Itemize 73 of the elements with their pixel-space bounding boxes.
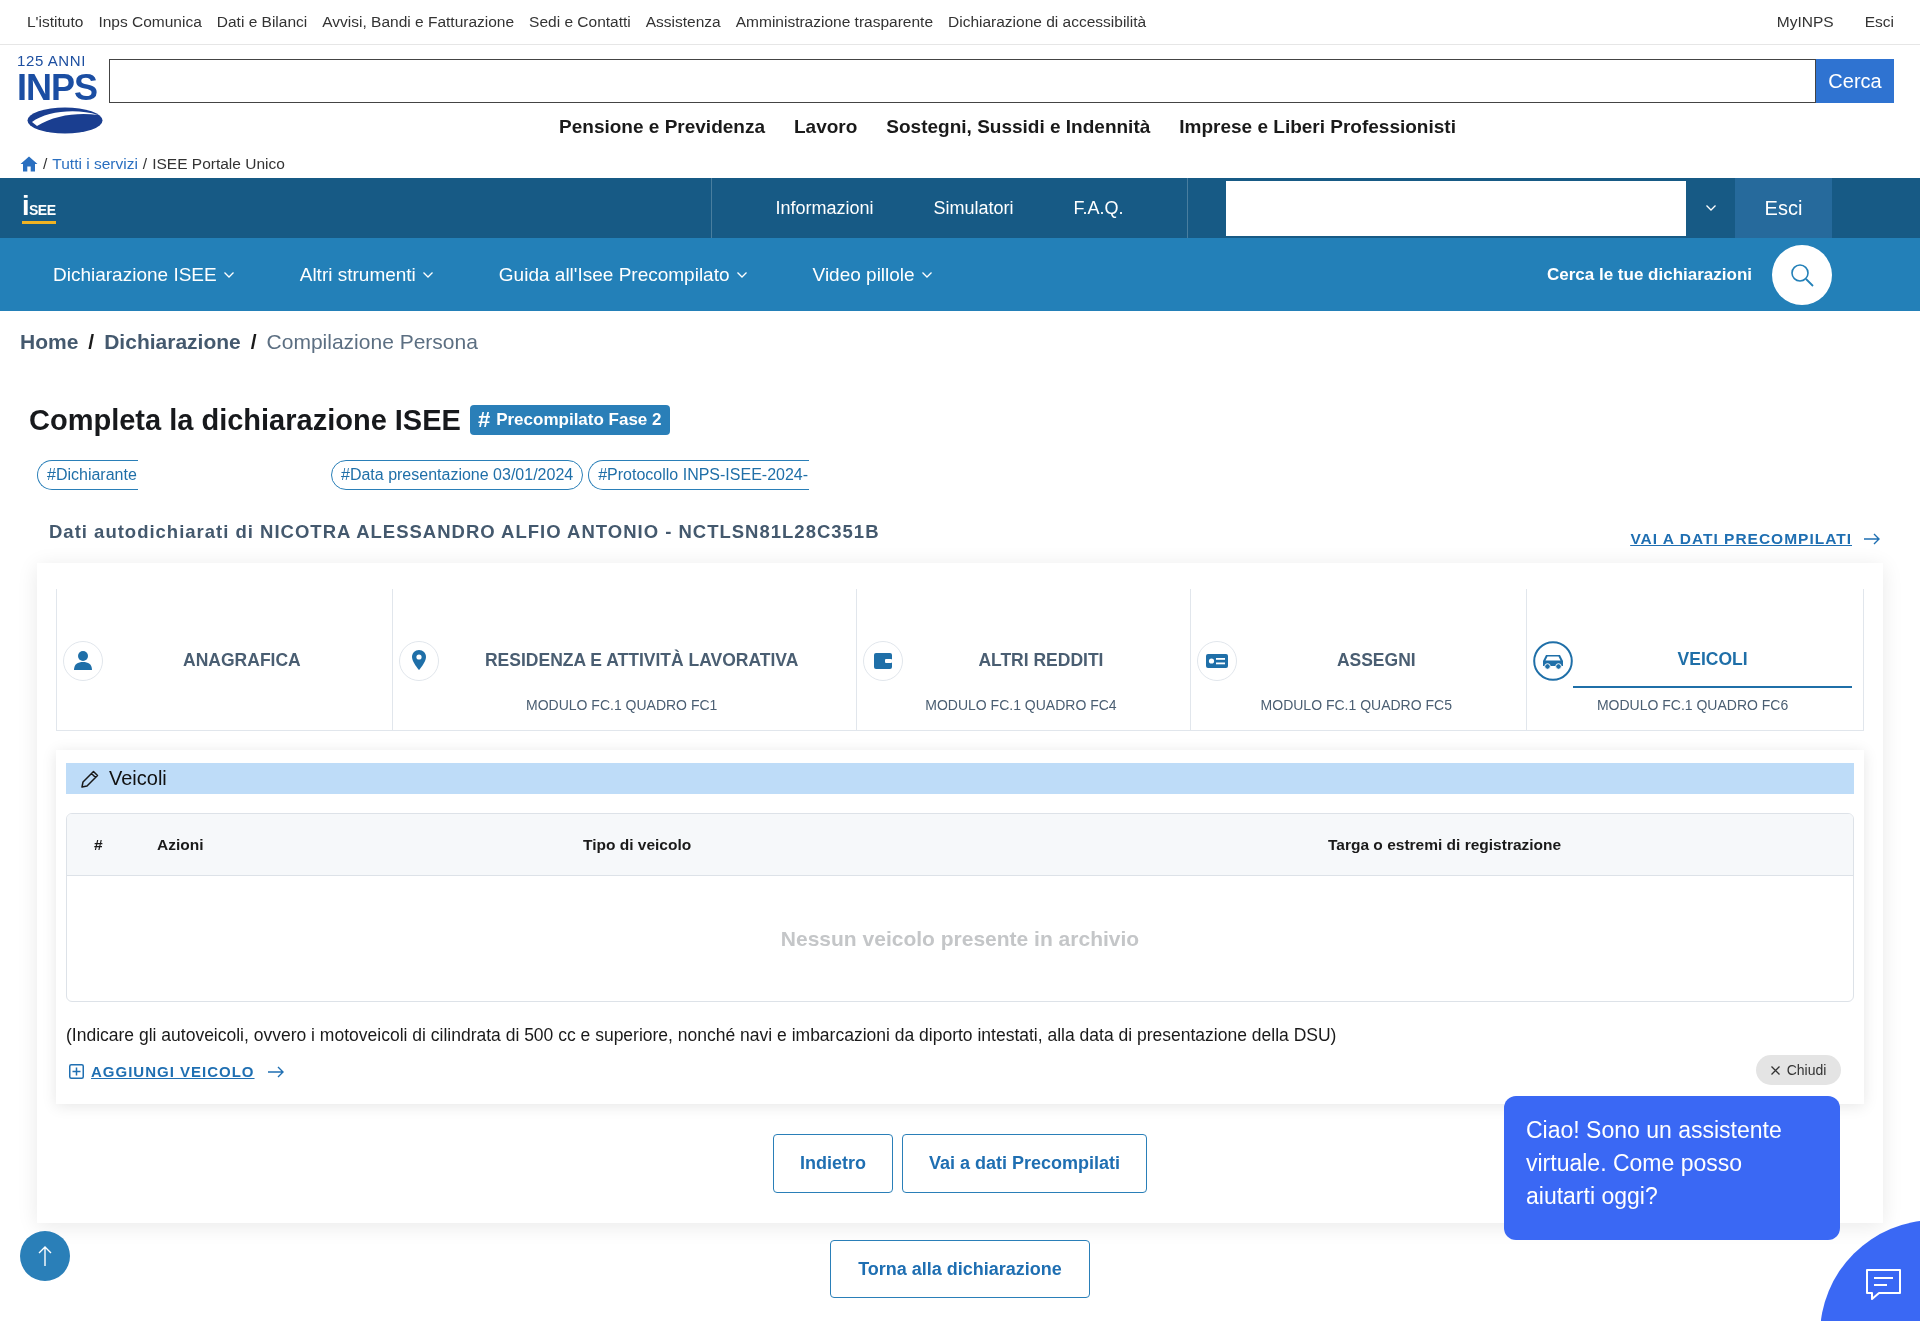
search-label: Cerca le tue dichiarazioni — [1547, 264, 1752, 285]
column-header: Tipo di veicolo — [583, 835, 692, 854]
logout-button[interactable]: Esci — [1735, 178, 1832, 238]
breadcrumb-separator: / — [142, 155, 148, 173]
isee-nav-link[interactable]: F.A.Q. — [1073, 197, 1124, 219]
search-field[interactable] — [109, 59, 1816, 103]
account-link[interactable]: MyINPS — [1776, 13, 1834, 31]
column-header: Targa o estremi di registrazione — [1328, 835, 1562, 854]
top-link[interactable]: Assistenza — [645, 13, 721, 31]
main-nav-link[interactable]: Sostegni, Sussidi e Indennità — [886, 115, 1151, 138]
menu-button[interactable]: Altri strumenti — [266, 254, 466, 295]
isee-nav-link[interactable]: Informazioni — [775, 197, 874, 219]
wallet-icon — [862, 640, 903, 681]
main-nav-link[interactable]: Lavoro — [794, 115, 858, 138]
add-vehicle-link[interactable]: AGGIUNGI VEICOLO — [69, 1063, 284, 1080]
top-link[interactable]: Inps Comunica — [98, 13, 202, 31]
chat-icon — [1866, 1269, 1901, 1300]
isee-logo[interactable]: iSEE — [22, 192, 56, 224]
map-pin-icon — [398, 640, 439, 681]
logo-emblem-icon — [27, 107, 103, 134]
search-button[interactable]: Cerca — [1816, 59, 1894, 103]
menu-button[interactable]: Video pillole — [779, 254, 965, 295]
breadcrumb-link[interactable]: Tutti i servizi — [52, 155, 138, 173]
precompiled-data-button[interactable]: Vai a dati Precompilati — [901, 1134, 1148, 1193]
breadcrumb-separator: / — [43, 155, 48, 173]
breadcrumb-separator: / — [250, 330, 257, 354]
menu-button[interactable]: Dichiarazione ISEE — [20, 254, 267, 295]
breadcrumb-link[interactable]: Dichiarazione — [104, 330, 241, 354]
section-title: Veicoli — [109, 767, 167, 790]
top-link[interactable]: Dati e Bilanci — [216, 13, 308, 31]
plus-square-icon — [69, 1064, 84, 1079]
main-nav-link[interactable]: Pensione e Previdenza — [559, 115, 765, 138]
card-icon — [1197, 640, 1238, 681]
main-nav-link[interactable]: Imprese e Liberi Professionisti — [1179, 115, 1456, 138]
column-header: # — [94, 835, 103, 854]
top-link[interactable]: Dichiarazione di accessibilità — [948, 13, 1147, 31]
precompiled-data-link[interactable]: VAI A DATI PRECOMPILATI — [1630, 530, 1880, 548]
breadcrumb-current: ISEE Portale Unico — [152, 155, 285, 173]
arrow-up-icon — [38, 1246, 52, 1266]
arrow-right-icon — [267, 1065, 284, 1078]
car-icon — [1533, 640, 1574, 681]
breadcrumb-current: Compilazione Persona — [266, 330, 478, 354]
breadcrumb-link[interactable]: Home — [20, 330, 79, 354]
chevron-down-icon — [1705, 205, 1716, 211]
arrow-right-icon — [1864, 533, 1880, 545]
breadcrumb-separator: / — [88, 330, 95, 354]
pencil-icon — [80, 768, 100, 789]
chat-launcher-button[interactable] — [1821, 1221, 1920, 1321]
search-icon — [1790, 262, 1814, 287]
menu-button[interactable]: Guida all'Isee Precompilato — [465, 254, 780, 295]
chat-message: Ciao! Sono un assistente virtuale. Come posso aiutarti oggi? — [1504, 1096, 1840, 1240]
combo-field[interactable] — [1226, 180, 1686, 236]
home-icon[interactable] — [20, 156, 38, 172]
scroll-top-button[interactable] — [20, 1231, 70, 1281]
logo-text[interactable]: INPS — [17, 69, 98, 107]
page-title: Completa la dichiarazione ISEE — [29, 403, 461, 437]
top-link[interactable]: L'istituto — [27, 13, 84, 31]
top-link[interactable]: Amministrazione trasparente — [735, 13, 933, 31]
top-link[interactable]: Sedi e Contatti — [529, 13, 631, 31]
close-chat-button[interactable]: Chiudi — [1756, 1055, 1841, 1085]
close-icon — [1770, 1065, 1780, 1075]
instruction-text: (Indicare gli autoveicoli, ovvero i motoveicoli di cilindrata di 500 cc e superiore, nonché navi e imbarcazioni da diporto intestati, alla data di presentazione della DSU) — [66, 1024, 1337, 1047]
column-header: Azioni — [157, 835, 204, 854]
phase-badge: # Precompilato Fase 2 — [469, 405, 670, 435]
isee-nav-link[interactable]: Simulatori — [933, 197, 1014, 219]
account-link[interactable]: Esci — [1864, 13, 1894, 31]
empty-message: Nessun veicolo presente in archivio — [780, 926, 1140, 951]
top-link[interactable]: Avvisi, Bandi e Fatturazione — [322, 13, 515, 31]
back-button[interactable]: Indietro — [772, 1134, 893, 1193]
subject-heading: Dati autodichiarati di NICOTRA ALESSANDRO ALFIO ANTONIO - NCTLSN81L28C351B — [49, 521, 880, 543]
person-icon — [63, 640, 103, 681]
logo-anniversary-text: 125 ANNI — [17, 52, 86, 69]
return-button[interactable]: Torna alla dichiarazione — [830, 1240, 1090, 1298]
